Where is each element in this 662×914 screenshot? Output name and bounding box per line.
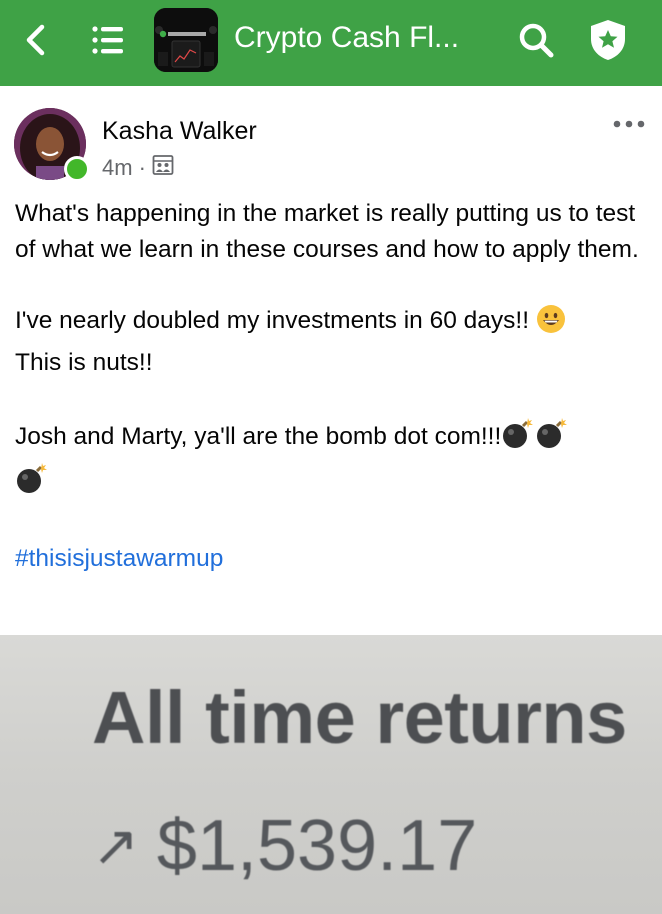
meta-separator: · [138,155,146,180]
search-icon[interactable] [516,20,556,60]
post-header: Kasha Walker 4m · [0,86,662,186]
post-body: What's happening in the market is really… [15,196,645,577]
more-options-icon[interactable] [612,116,646,132]
post-paragraph-1: What's happening in the market is really… [15,200,639,263]
hashtag-link[interactable]: #thisisjustawarmup [15,541,645,577]
online-status-dot [64,156,90,182]
grinning-face-icon [536,304,566,345]
back-arrow-icon[interactable] [18,22,54,58]
group-audience-icon [152,154,174,182]
post-time[interactable]: 4m [102,155,133,181]
photo-heading: All time returns [92,676,627,759]
bomb-icon [15,461,49,506]
bomb-icon [535,416,569,461]
post-photo[interactable]: All time returns ↗ $1,539.17 [0,635,662,914]
photo-arrow: ↗ [92,814,139,877]
group-logo-image [154,8,218,72]
bomb-icon [501,416,535,461]
top-bar: Crypto Cash Fl... [0,0,662,86]
group-title[interactable]: Crypto Cash Fl... [234,18,459,58]
post-paragraph-2b: This is nuts!! [15,348,153,376]
menu-icon[interactable] [90,22,126,58]
author-name[interactable]: Kasha Walker [102,117,257,146]
post-paragraph-3: Josh and Marty, ya'll are the bomb dot c… [15,416,645,505]
photo-amount: $1,539.17 [156,806,478,886]
shield-star-icon[interactable] [585,17,631,63]
post-paragraph-3-text: Josh and Marty, ya'll are the bomb dot c… [15,423,502,450]
post-paragraph-2-text: I've nearly doubled my investments in 60… [15,307,529,334]
post-meta: 4m · [102,154,174,182]
photo-amount-row: ↗ $1,539.17 [92,805,477,887]
group-thumbnail[interactable] [154,8,218,72]
post-paragraph-2: I've nearly doubled my investments in 60… [15,303,645,345]
